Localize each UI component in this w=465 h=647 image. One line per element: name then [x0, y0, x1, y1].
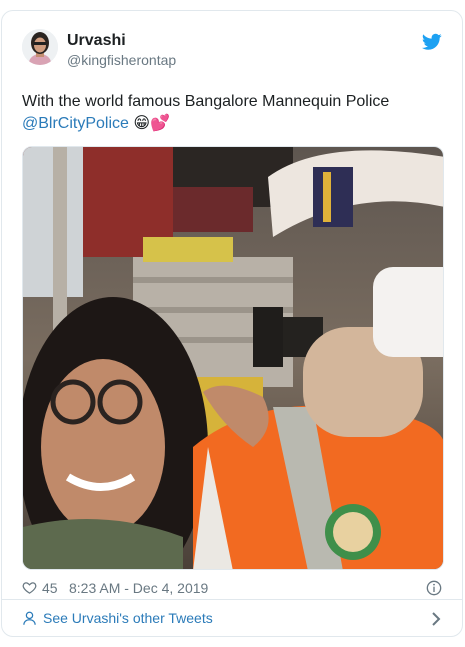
twitter-bird-icon[interactable] — [422, 33, 442, 51]
user-icon — [23, 611, 36, 625]
see-other-tweets-link[interactable]: See Urvashi's other Tweets — [22, 609, 442, 629]
info-icon[interactable] — [426, 580, 442, 596]
author-names: Urvashi @kingfisherontap — [67, 31, 176, 69]
mention-link[interactable]: @BlrCityPolice — [22, 115, 129, 132]
chevron-right-icon[interactable] — [430, 612, 442, 626]
heart-icon[interactable] — [22, 580, 37, 595]
avatar[interactable] — [22, 29, 58, 65]
tweet-text-body: With the world famous Bangalore Mannequi… — [22, 93, 390, 110]
tweet-timestamp[interactable]: 8:23 AM - Dec 4, 2019 — [69, 580, 208, 596]
footer-divider — [2, 599, 462, 600]
tweet-photo[interactable] — [22, 146, 444, 570]
tweet-card: Urvashi @kingfisherontap With the world … — [1, 10, 463, 637]
tweet-text: With the world famous Bangalore Mannequi… — [22, 91, 442, 135]
emoji: 😁💕 — [133, 115, 170, 132]
like-count[interactable]: 45 — [42, 580, 58, 596]
author-display-name[interactable]: Urvashi — [67, 31, 176, 51]
author-handle[interactable]: @kingfisherontap — [67, 51, 176, 69]
tweet-meta: 45 8:23 AM - Dec 4, 2019 — [22, 579, 442, 599]
see-other-tweets-label[interactable]: See Urvashi's other Tweets — [43, 610, 213, 626]
tweet-header: Urvashi @kingfisherontap — [22, 29, 442, 73]
